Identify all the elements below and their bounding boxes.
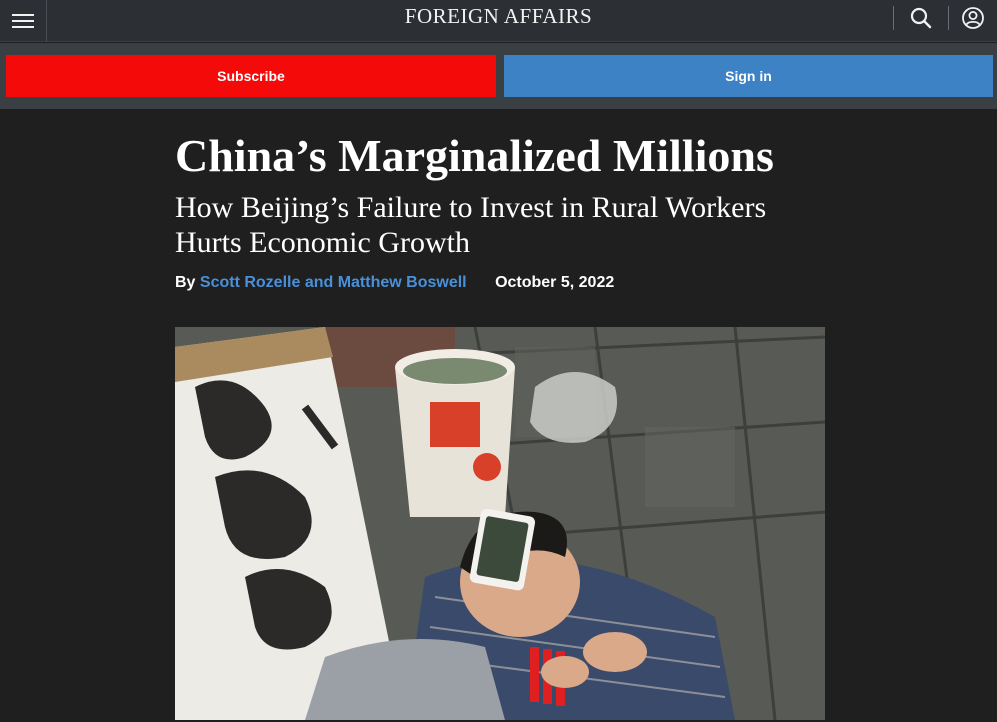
hamburger-menu-icon <box>12 14 34 28</box>
byline-prefix: By <box>175 274 196 291</box>
search-icon <box>910 7 932 29</box>
top-navigation-bar: FOREIGN AFFAIRS <box>0 0 997 42</box>
article-subtitle: How Beijing’s Failure to Invest in Rural… <box>175 191 767 259</box>
author-link[interactable]: Scott Rozelle and Matthew Boswell <box>200 274 467 291</box>
publish-date: October 5, 2022 <box>495 274 615 291</box>
user-account-icon <box>962 7 984 29</box>
site-logo[interactable]: FOREIGN AFFAIRS <box>405 4 592 28</box>
child-sleeping-with-phone-photo <box>175 327 825 720</box>
subscription-action-bar: Subscribe Sign in <box>0 43 997 109</box>
site-logo-container: FOREIGN AFFAIRS <box>0 4 997 29</box>
account-button[interactable] <box>948 6 997 30</box>
article-byline: By Scott Rozelle and Matthew Boswell Oct… <box>175 273 614 293</box>
article-title: China’s Marginalized Millions <box>175 130 774 181</box>
search-button[interactable] <box>893 6 948 30</box>
article-hero-image <box>175 327 825 720</box>
sign-in-button[interactable]: Sign in <box>504 55 993 97</box>
subscribe-button[interactable]: Subscribe <box>6 55 496 97</box>
menu-button[interactable] <box>0 0 47 42</box>
